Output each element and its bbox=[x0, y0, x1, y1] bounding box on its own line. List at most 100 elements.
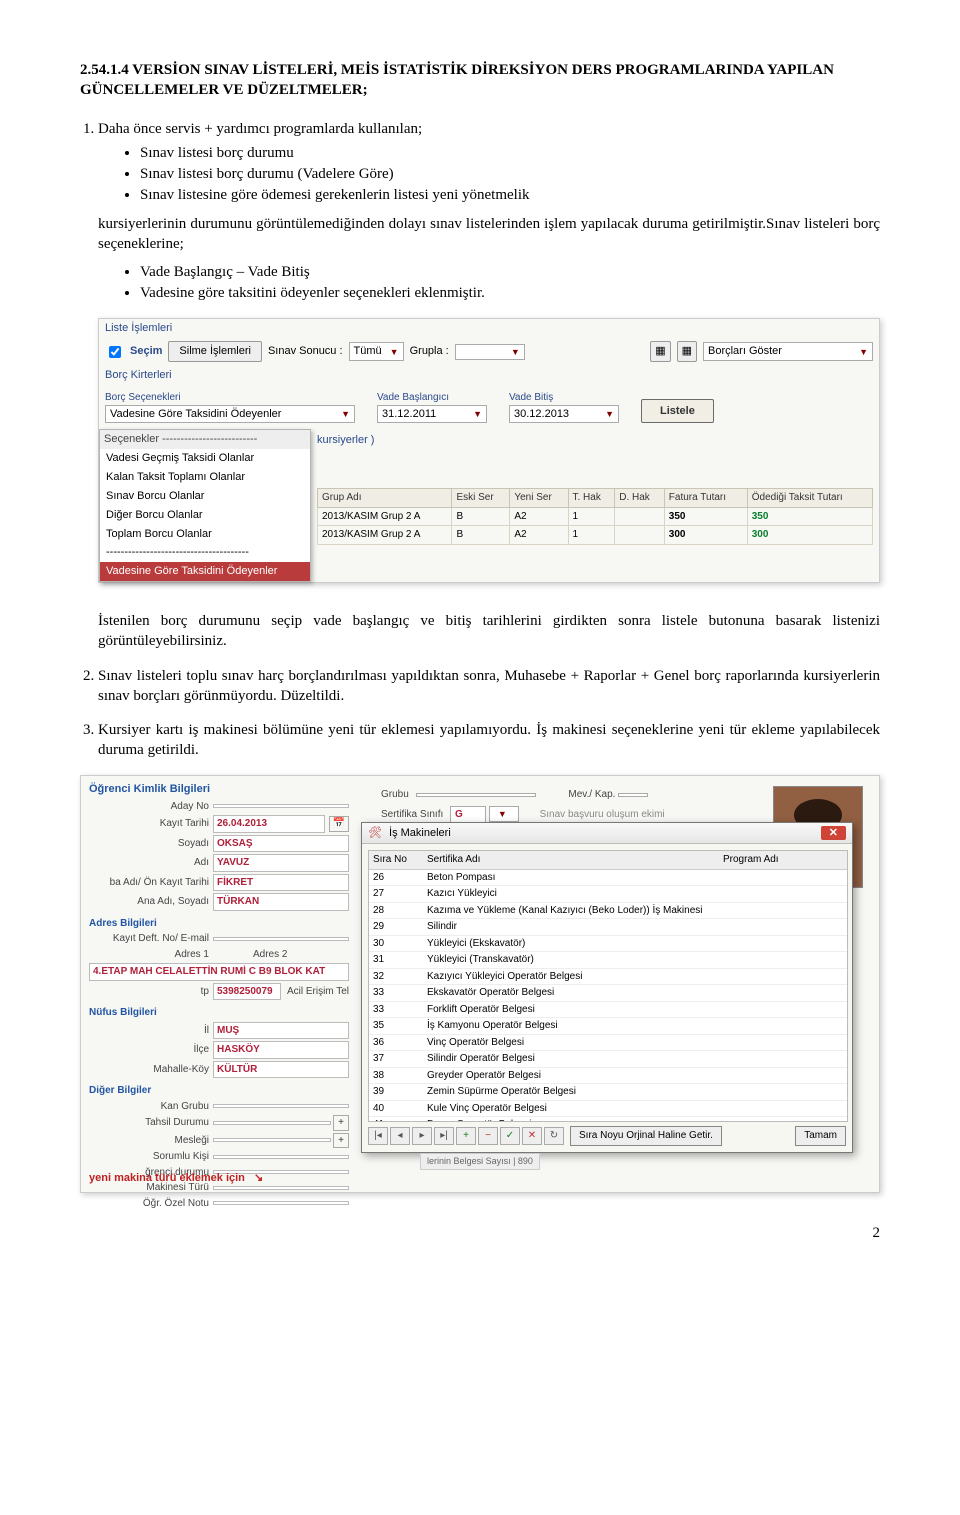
field[interactable] bbox=[213, 804, 349, 808]
field[interactable]: TÜRKAN bbox=[213, 893, 349, 911]
list-item[interactable]: 37Silindir Operatör Belgesi bbox=[369, 1051, 847, 1068]
list-item[interactable]: 36Vinç Operatör Belgesi bbox=[369, 1034, 847, 1051]
list-item[interactable]: 33Ekskavatör Operatör Belgesi bbox=[369, 985, 847, 1002]
export-button-2[interactable]: ▦ bbox=[677, 341, 697, 362]
table-row[interactable]: 2013/KASIM Grup 2 A B A2 1 300 300 bbox=[318, 526, 873, 545]
col-sira[interactable]: Sıra No bbox=[369, 851, 423, 869]
basvuru-text: Sınav başvuru oluşum ekimi bbox=[540, 809, 665, 820]
field[interactable] bbox=[213, 1121, 331, 1125]
col-thak[interactable]: T. Hak bbox=[568, 489, 615, 508]
confirm-icon[interactable]: ✓ bbox=[500, 1127, 520, 1145]
mevkap-input[interactable] bbox=[618, 793, 648, 797]
field[interactable] bbox=[213, 1155, 349, 1159]
col-program[interactable]: Program Adı bbox=[719, 851, 847, 869]
cancel-icon[interactable]: ✕ bbox=[522, 1127, 542, 1145]
list-item[interactable]: 40Kule Vinç Operatör Belgesi bbox=[369, 1100, 847, 1117]
field[interactable] bbox=[213, 1201, 349, 1205]
plus-button[interactable]: + bbox=[333, 1133, 349, 1149]
field[interactable]: HASKÖY bbox=[213, 1041, 349, 1059]
export-button-1[interactable]: ▦ bbox=[650, 341, 670, 362]
field[interactable]: 26.04.2013 bbox=[213, 815, 325, 833]
list-item[interactable]: 39Zemin Süpürme Operatör Belgesi bbox=[369, 1084, 847, 1101]
field[interactable]: 4.ETAP MAH CELALETTİN RUMİ C B9 BLOK KAT bbox=[89, 963, 349, 981]
secenekler-item-selected[interactable]: Vadesine Göre Taksidini Ödeyenler bbox=[100, 562, 310, 581]
plus-button[interactable]: + bbox=[333, 1115, 349, 1131]
cell: 1 bbox=[568, 526, 615, 545]
vade-baslangic-input[interactable]: 31.12.2011 ▼ bbox=[377, 405, 487, 424]
col-grup[interactable]: Grup Adı bbox=[318, 489, 452, 508]
cell bbox=[615, 526, 665, 545]
borc-secenekleri-val: Vadesine Göre Taksidini Ödeyenler bbox=[110, 407, 281, 422]
field[interactable]: KÜLTÜR bbox=[213, 1061, 349, 1079]
list-item-3: Kursiyer kartı iş makinesi bölümüne yeni… bbox=[98, 720, 880, 761]
prev-icon[interactable]: ◂ bbox=[390, 1127, 410, 1145]
field[interactable]: YAVUZ bbox=[213, 854, 349, 872]
li1-bullets2: Vade Başlangıç – Vade Bitiş Vadesine gör… bbox=[98, 262, 880, 304]
borc-secenekleri-dropdown[interactable]: Vadesine Göre Taksidini Ödeyenler ▼ bbox=[105, 405, 355, 424]
list-item[interactable]: 32Kazıyıcı Yükleyici Operatör Belgesi bbox=[369, 968, 847, 985]
silme-button[interactable]: Silme İşlemleri bbox=[168, 341, 262, 362]
list-item[interactable]: 35İş Kamyonu Operatör Belgesi bbox=[369, 1018, 847, 1035]
secenekler-item[interactable]: Vadesi Geçmiş Taksidi Olanlar bbox=[100, 449, 310, 468]
date-picker-icon[interactable]: 📅 bbox=[329, 816, 349, 832]
chevron-down-icon: ▼ bbox=[341, 408, 350, 420]
field[interactable] bbox=[213, 1186, 349, 1190]
col-dhak[interactable]: D. Hak bbox=[615, 489, 665, 508]
delete-icon[interactable]: − bbox=[478, 1127, 498, 1145]
table-row[interactable]: 2013/KASIM Grup 2 A B A2 1 350 350 bbox=[318, 507, 873, 526]
list-item[interactable]: 38Greyder Operatör Belgesi bbox=[369, 1067, 847, 1084]
secenekler-item[interactable]: Toplam Borcu Olanlar bbox=[100, 525, 310, 544]
sinav-sonucu-dropdown[interactable]: Tümü ▼ bbox=[349, 342, 404, 361]
is-makineleri-dialog: 🛠 İş Makineleri ✕ Sıra No Sertifika Adı … bbox=[361, 822, 853, 1153]
list-item[interactable]: 26Beton Pompası bbox=[369, 869, 847, 886]
kursiyerler-label: kursiyerler ) bbox=[317, 433, 873, 448]
list-item[interactable]: 27Kazıcı Yükleyici bbox=[369, 886, 847, 903]
list-item[interactable]: 29Silindir bbox=[369, 919, 847, 936]
grubu-input[interactable] bbox=[416, 793, 536, 797]
field[interactable]: OKSAŞ bbox=[213, 835, 349, 853]
list-item[interactable]: 33Forklift Operatör Belgesi bbox=[369, 1001, 847, 1018]
list-item[interactable]: 30Yükleyici (Ekskavatör) bbox=[369, 935, 847, 952]
sira-reset-button[interactable]: Sıra Noyu Orjinal Haline Getir. bbox=[570, 1126, 722, 1146]
next-icon[interactable]: ▸ bbox=[412, 1127, 432, 1145]
dialog-title: İş Makineleri bbox=[389, 827, 451, 839]
field[interactable]: 5398250079 bbox=[213, 983, 281, 1001]
secenekler-dropdown-list[interactable]: Seçenekler -------------------------- Va… bbox=[99, 429, 311, 582]
grupla-dropdown[interactable]: ▼ bbox=[455, 344, 525, 360]
cell: B bbox=[452, 526, 510, 545]
field[interactable] bbox=[213, 937, 349, 941]
sertifika-dd[interactable]: ▼ bbox=[489, 806, 519, 822]
secenekler-item[interactable]: Sınav Borcu Olanlar bbox=[100, 487, 310, 506]
borclari-goster-dropdown[interactable]: Borçları Göster ▼ bbox=[703, 342, 873, 361]
dialog-list[interactable]: Sıra No Sertifika Adı Program Adı 26Beto… bbox=[368, 850, 848, 1122]
col-eski[interactable]: Eski Ser bbox=[452, 489, 510, 508]
lbl: Mesleği bbox=[89, 1134, 213, 1148]
secenekler-separator: --------------------------------------- bbox=[100, 543, 310, 562]
li1-intro: Daha önce servis + yardımcı programlarda… bbox=[98, 121, 422, 137]
field[interactable] bbox=[213, 1104, 349, 1108]
last-icon[interactable]: ▸| bbox=[434, 1127, 454, 1145]
secenekler-item[interactable]: Kalan Taksit Toplamı Olanlar bbox=[100, 468, 310, 487]
list-item[interactable]: 31Yükleyici (Transkavatör) bbox=[369, 952, 847, 969]
col-odenen[interactable]: Ödediği Taksit Tutarı bbox=[747, 489, 872, 508]
field[interactable] bbox=[213, 1138, 331, 1142]
col-sertifika[interactable]: Sertifika Adı bbox=[423, 851, 719, 869]
first-icon[interactable]: |◂ bbox=[368, 1127, 388, 1145]
list-item[interactable]: 28Kazıma ve Yükleme (Kanal Kazıyıcı (Bek… bbox=[369, 902, 847, 919]
secenekler-item[interactable]: Diğer Borcu Olanlar bbox=[100, 506, 310, 525]
listele-button[interactable]: Listele bbox=[641, 399, 714, 424]
secim-checkbox[interactable] bbox=[109, 346, 121, 358]
field[interactable]: FİKRET bbox=[213, 874, 349, 892]
sertifika-input[interactable]: G bbox=[450, 806, 486, 824]
vade-baslangic-lbl: Vade Başlangıcı bbox=[377, 391, 487, 405]
tamam-button[interactable]: Tamam bbox=[795, 1126, 846, 1146]
col-fatura[interactable]: Fatura Tutarı bbox=[664, 489, 747, 508]
col-yeni[interactable]: Yeni Ser bbox=[510, 489, 568, 508]
close-button[interactable]: ✕ bbox=[821, 826, 846, 841]
lbl: İl bbox=[89, 1024, 213, 1038]
add-icon[interactable]: + bbox=[456, 1127, 476, 1145]
lbl: tp bbox=[89, 985, 213, 999]
refresh-icon[interactable]: ↻ bbox=[544, 1127, 564, 1145]
field[interactable]: MUŞ bbox=[213, 1022, 349, 1040]
vade-bitis-input[interactable]: 30.12.2013 ▼ bbox=[509, 405, 619, 424]
